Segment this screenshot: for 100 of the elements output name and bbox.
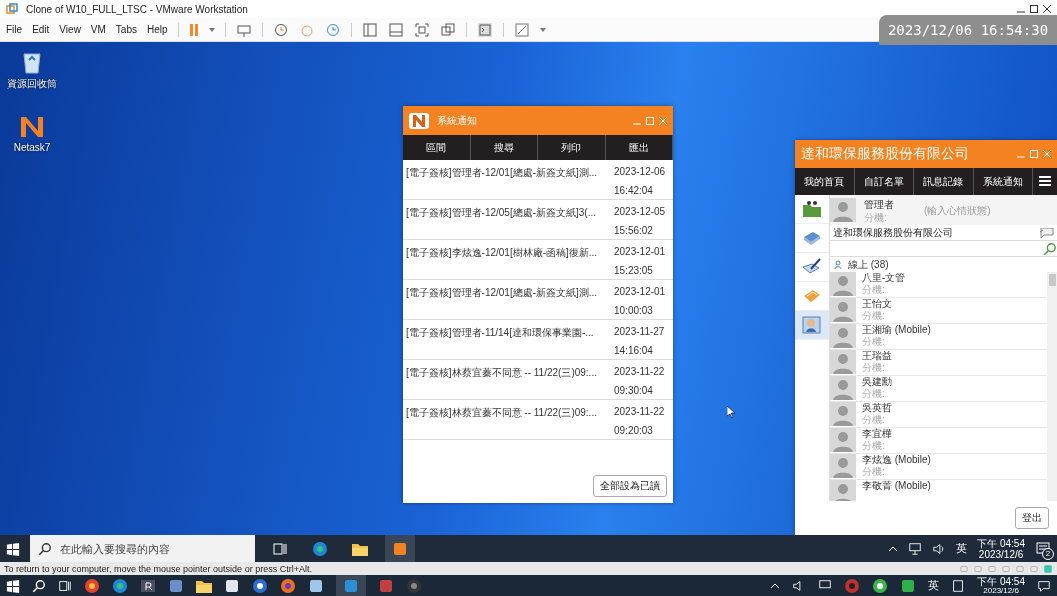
scrollbar[interactable] xyxy=(1047,272,1057,501)
notification-text[interactable]: [電子簽核]李炫逸-12/01[樹林廠-函稿]復新... xyxy=(406,240,610,279)
scrollbar-thumb[interactable] xyxy=(1048,274,1056,286)
notification-date: 2023-11-22 xyxy=(614,366,666,377)
contact-name[interactable]: 王瑞益 xyxy=(862,350,892,362)
task-view-icon[interactable] xyxy=(272,540,288,557)
contact-name[interactable]: 吳建勳 xyxy=(862,376,892,388)
notification-time: 09:30:04 xyxy=(614,385,654,396)
taskbar-time: 下午 04:54 xyxy=(977,576,1025,587)
book-icon[interactable] xyxy=(802,229,822,247)
chat-bubble-icon[interactable] xyxy=(1040,227,1054,238)
search-field[interactable] xyxy=(830,241,1057,257)
input-method-indicator[interactable]: 英 xyxy=(928,578,940,593)
group-icon xyxy=(834,260,842,269)
desktop-icon-label[interactable]: Netask7 xyxy=(13,142,51,153)
extension-label: 分機: xyxy=(862,440,886,451)
notification-text[interactable]: [電子簽核]林蔡宜蓁不同意 -- 11/22(三)09:... xyxy=(406,360,610,399)
menu-item[interactable]: Edit xyxy=(32,24,50,35)
group-header[interactable]: 線上 (38) xyxy=(848,257,889,272)
contact-name[interactable]: 八里-文管 xyxy=(862,272,906,284)
notification-time: 16:42:04 xyxy=(614,185,654,196)
logout-button[interactable]: 登出 xyxy=(1015,507,1049,529)
extension-label: 分機: xyxy=(862,310,886,321)
notification-date: 2023-12-05 xyxy=(614,206,667,217)
extension-label: 分機: xyxy=(862,466,886,477)
user-name: 管理者 xyxy=(864,197,894,212)
menu-item[interactable]: Help xyxy=(147,24,168,35)
notification-time: 10:00:03 xyxy=(614,305,654,316)
notification-text[interactable]: [電子簽核]林蔡宜蓁不同意 -- 11/22(三)09:... xyxy=(406,400,610,439)
menu-icon[interactable] xyxy=(1039,175,1051,187)
search-icon[interactable] xyxy=(38,542,52,556)
contact-name[interactable]: 李炫逸 (Mobile) xyxy=(862,454,931,466)
full-screen-icon[interactable] xyxy=(413,21,430,38)
notification-count: 2 xyxy=(1042,547,1054,560)
window-title: 達和環保服務股份有限公司 xyxy=(801,145,969,163)
contact-name[interactable]: 李敬菁 (Mobile) xyxy=(862,480,931,492)
menu-item[interactable]: VM xyxy=(90,24,106,35)
notification-date: 2023-12-06 xyxy=(614,166,667,177)
notification-icon[interactable] xyxy=(1035,540,1051,557)
window-title: Clone of W10_FULL_LTSC - VMware Workstation xyxy=(26,3,248,15)
start-icon[interactable] xyxy=(6,578,20,593)
taskbar-search-field[interactable]: 在此輸入要搜尋的內容 xyxy=(30,535,255,562)
close-icon[interactable] xyxy=(1043,5,1051,13)
notification-time: 14:16:04 xyxy=(614,345,654,356)
unity-icon[interactable] xyxy=(439,21,456,38)
taskbar-date: 2023/12/6 xyxy=(983,586,1019,595)
notification-date: 2023-11-22 xyxy=(614,406,666,417)
extension-label: 分機: xyxy=(864,211,888,223)
notification-date: 2023-12-01 xyxy=(614,246,667,257)
notification-time: 09:20:03 xyxy=(614,425,654,436)
search-icon[interactable] xyxy=(32,578,46,593)
action-center-icon[interactable] xyxy=(1037,578,1051,593)
chevron-up-icon[interactable] xyxy=(888,545,899,552)
notification-text[interactable]: [電子簽核]管理者-11/14[達和環保事業園-... xyxy=(406,320,610,359)
notification-text[interactable]: [電子簽核]管理者-12/01[總處-新簽文紙]測... xyxy=(406,160,610,199)
maximize-icon[interactable] xyxy=(1030,5,1038,13)
extension-label: 分機: xyxy=(862,336,886,347)
folder-icon[interactable] xyxy=(802,200,822,218)
remote-app-icon[interactable] xyxy=(140,577,156,594)
snapshot-manager-icon[interactable] xyxy=(324,21,341,38)
notification-time: 15:56:02 xyxy=(614,225,654,236)
mood-input-field[interactable]: (輸入心情狀態) xyxy=(922,203,1016,217)
side-tab[interactable] xyxy=(795,311,829,340)
notification-date: 2023-11-27 xyxy=(614,326,666,337)
menu-item[interactable]: Tabs xyxy=(115,24,137,35)
timestamp-overlay: 2023/12/06 16:54:30 xyxy=(879,15,1057,45)
contact-name[interactable]: 王怡文 xyxy=(862,298,892,310)
notification-date: 2023-12-01 xyxy=(614,286,667,297)
contact-name[interactable]: 王湘瑜 (Mobile) xyxy=(862,324,931,336)
thumbnail-view-icon[interactable] xyxy=(387,21,404,38)
task-view-icon[interactable] xyxy=(58,578,72,593)
start-icon[interactable] xyxy=(6,541,20,556)
menu-item[interactable]: File xyxy=(6,24,23,35)
mark-all-read-button[interactable]: 全部設為已讀 xyxy=(593,475,667,497)
folder-icon[interactable] xyxy=(196,578,212,593)
cursor-icon xyxy=(727,406,735,418)
status-hint: To return to your computer, move the mouse pointer outside or press Ctrl+Alt. xyxy=(4,563,312,574)
sidebar-view-icon[interactable] xyxy=(361,21,378,38)
extension-label: 分機: xyxy=(862,414,886,425)
contact-name[interactable]: 李宜樺 xyxy=(862,428,892,440)
desktop-icon-label[interactable]: 資源回收筒 xyxy=(7,77,57,91)
notification-time: 15:23:05 xyxy=(614,265,654,276)
taskbar-date: 2023/12/6 xyxy=(978,548,1024,560)
dropdown-caret-icon[interactable] xyxy=(539,27,546,32)
snapshot-icon[interactable] xyxy=(272,21,289,38)
notification-text[interactable]: [電子簽核]管理者-12/05[總處-新簽文紙]3(... xyxy=(406,200,610,239)
person-search-icon[interactable] xyxy=(802,316,822,334)
chevron-up-icon[interactable] xyxy=(770,582,781,589)
dropdown-caret-icon[interactable] xyxy=(208,27,215,32)
recycle-bin-icon[interactable] xyxy=(21,50,43,74)
console-view-icon[interactable] xyxy=(476,21,493,38)
window-title: 系統通知 xyxy=(437,113,477,128)
folder-icon[interactable] xyxy=(352,541,368,556)
contact-name[interactable]: 吳英哲 xyxy=(862,402,892,414)
extension-label: 分機: xyxy=(862,284,886,295)
pause-icon[interactable] xyxy=(188,23,199,36)
notification-text[interactable]: [電子簽核]管理者-12/01[總處-新簽文紙]測... xyxy=(406,280,610,319)
menu-item[interactable]: View xyxy=(59,24,81,35)
app-logo-icon xyxy=(409,112,429,129)
input-method-indicator[interactable]: 英 xyxy=(956,541,968,556)
